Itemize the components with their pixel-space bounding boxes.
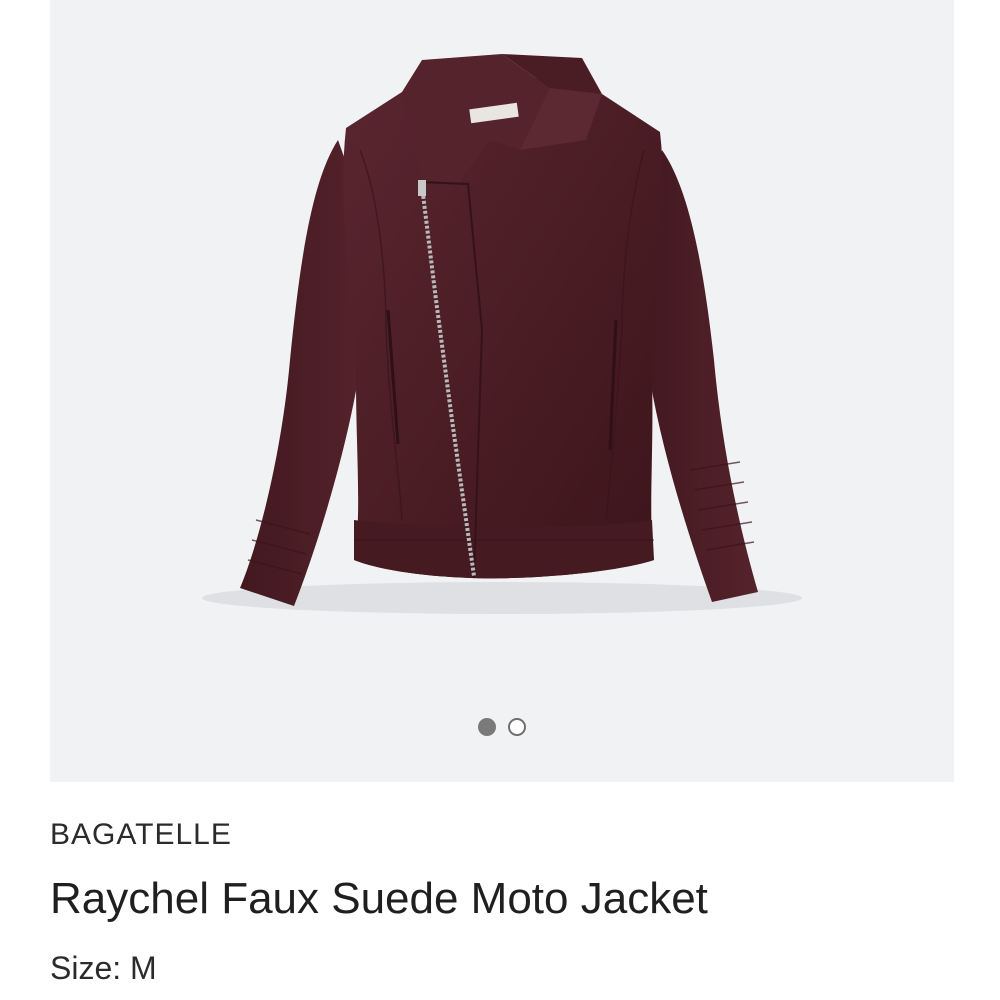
image-dot-2[interactable]: [508, 718, 526, 736]
product-image-gallery[interactable]: [50, 0, 954, 782]
product-detail-page: BAGATELLE Raychel Faux Suede Moto Jacket…: [0, 0, 1000, 1000]
product-size: Size: M: [50, 950, 157, 987]
size-value: M: [130, 950, 157, 986]
size-label: Size:: [50, 950, 122, 986]
product-image[interactable]: [50, 0, 954, 782]
product-brand: BAGATELLE: [50, 818, 232, 851]
product-title: Raychel Faux Suede Moto Jacket: [50, 874, 708, 923]
image-pagination-dots: [50, 718, 954, 738]
image-dot-1[interactable]: [478, 718, 496, 736]
